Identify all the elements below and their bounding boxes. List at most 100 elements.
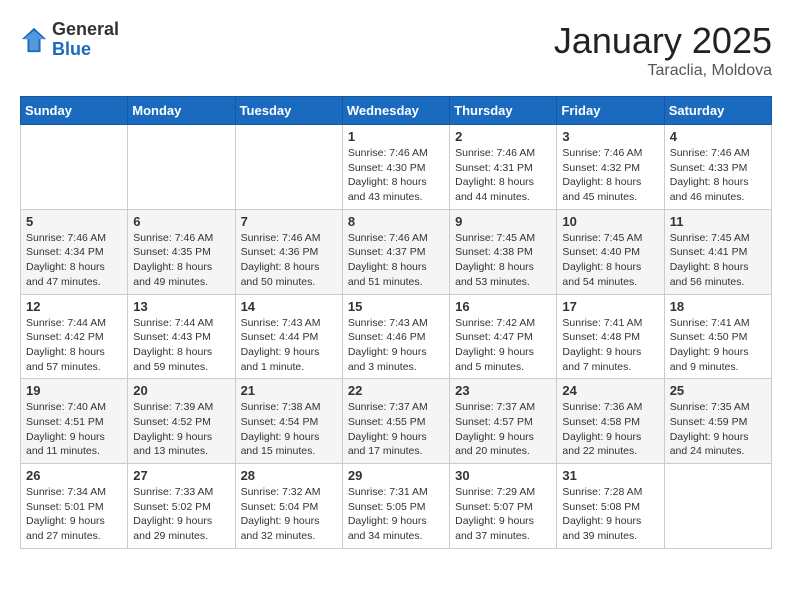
calendar-cell: 11Sunrise: 7:45 AM Sunset: 4:41 PM Dayli… <box>664 209 771 294</box>
day-info: Sunrise: 7:46 AM Sunset: 4:36 PM Dayligh… <box>241 231 337 290</box>
day-number: 10 <box>562 214 658 229</box>
calendar-cell: 21Sunrise: 7:38 AM Sunset: 4:54 PM Dayli… <box>235 379 342 464</box>
weekday-header-sunday: Sunday <box>21 97 128 125</box>
logo-icon <box>20 26 48 54</box>
calendar-subtitle: Taraclia, Moldova <box>554 62 772 80</box>
day-info: Sunrise: 7:29 AM Sunset: 5:07 PM Dayligh… <box>455 485 551 544</box>
weekday-header-row: SundayMondayTuesdayWednesdayThursdayFrid… <box>21 97 772 125</box>
calendar-title: January 2025 <box>554 20 772 62</box>
day-info: Sunrise: 7:34 AM Sunset: 5:01 PM Dayligh… <box>26 485 122 544</box>
day-info: Sunrise: 7:42 AM Sunset: 4:47 PM Dayligh… <box>455 316 551 375</box>
day-info: Sunrise: 7:45 AM Sunset: 4:38 PM Dayligh… <box>455 231 551 290</box>
logo-general-text: General <box>52 20 119 40</box>
calendar-cell: 23Sunrise: 7:37 AM Sunset: 4:57 PM Dayli… <box>450 379 557 464</box>
day-info: Sunrise: 7:43 AM Sunset: 4:44 PM Dayligh… <box>241 316 337 375</box>
day-number: 29 <box>348 468 444 483</box>
day-info: Sunrise: 7:41 AM Sunset: 4:50 PM Dayligh… <box>670 316 766 375</box>
calendar-cell: 7 Sunrise: 7:46 AM Sunset: 4:36 PM Daylig… <box>235 209 342 294</box>
day-number: 22 <box>348 383 444 398</box>
weekday-header-monday: Monday <box>128 97 235 125</box>
calendar-cell: 2 Sunrise: 7:46 AM Sunset: 4:31 PM Daylig… <box>450 125 557 210</box>
calendar-cell: 14 Sunrise: 7:43 AM Sunset: 4:44 PM Dayli… <box>235 294 342 379</box>
day-info: Sunrise: 7:28 AM Sunset: 5:08 PM Dayligh… <box>562 485 658 544</box>
calendar-cell <box>664 464 771 549</box>
day-number: 25 <box>670 383 766 398</box>
day-number: 26 <box>26 468 122 483</box>
day-number: 18 <box>670 299 766 314</box>
day-number: 27 <box>133 468 229 483</box>
week-row-3: 12 Sunrise: 7:44 AM Sunset: 4:42 PM Dayli… <box>21 294 772 379</box>
day-info: Sunrise: 7:31 AM Sunset: 5:05 PM Dayligh… <box>348 485 444 544</box>
day-number: 19 <box>26 383 122 398</box>
logo-blue-text: Blue <box>52 40 119 60</box>
day-info: Sunrise: 7:37 AM Sunset: 4:55 PM Dayligh… <box>348 400 444 459</box>
calendar-cell: 18 Sunrise: 7:41 AM Sunset: 4:50 PM Dayli… <box>664 294 771 379</box>
calendar-cell: 16 Sunrise: 7:42 AM Sunset: 4:47 PM Dayli… <box>450 294 557 379</box>
day-info: Sunrise: 7:32 AM Sunset: 5:04 PM Dayligh… <box>241 485 337 544</box>
weekday-header-friday: Friday <box>557 97 664 125</box>
day-number: 5 <box>26 214 122 229</box>
calendar-cell: 8 Sunrise: 7:46 AM Sunset: 4:37 PM Daylig… <box>342 209 449 294</box>
day-info: Sunrise: 7:41 AM Sunset: 4:48 PM Dayligh… <box>562 316 658 375</box>
day-info: Sunrise: 7:44 AM Sunset: 4:42 PM Dayligh… <box>26 316 122 375</box>
day-number: 2 <box>455 129 551 144</box>
calendar-cell: 19 Sunrise: 7:40 AM Sunset: 4:51 PM Dayli… <box>21 379 128 464</box>
day-number: 4 <box>670 129 766 144</box>
day-info: Sunrise: 7:45 AM Sunset: 4:40 PM Dayligh… <box>562 231 658 290</box>
calendar-cell <box>235 125 342 210</box>
day-info: Sunrise: 7:35 AM Sunset: 4:59 PM Dayligh… <box>670 400 766 459</box>
day-info: Sunrise: 7:38 AM Sunset: 4:54 PM Dayligh… <box>241 400 337 459</box>
day-number: 3 <box>562 129 658 144</box>
calendar-cell: 12 Sunrise: 7:44 AM Sunset: 4:42 PM Dayli… <box>21 294 128 379</box>
day-number: 6 <box>133 214 229 229</box>
day-info: Sunrise: 7:46 AM Sunset: 4:30 PM Dayligh… <box>348 146 444 205</box>
day-info: Sunrise: 7:39 AM Sunset: 4:52 PM Dayligh… <box>133 400 229 459</box>
week-row-1: 1Sunrise: 7:46 AM Sunset: 4:30 PM Daylig… <box>21 125 772 210</box>
day-number: 8 <box>348 214 444 229</box>
calendar-cell: 9 Sunrise: 7:45 AM Sunset: 4:38 PM Daylig… <box>450 209 557 294</box>
calendar-cell: 20 Sunrise: 7:39 AM Sunset: 4:52 PM Dayli… <box>128 379 235 464</box>
calendar-cell: 13Sunrise: 7:44 AM Sunset: 4:43 PM Dayli… <box>128 294 235 379</box>
day-info: Sunrise: 7:44 AM Sunset: 4:43 PM Dayligh… <box>133 316 229 375</box>
logo: General Blue <box>20 20 119 60</box>
calendar-cell: 26 Sunrise: 7:34 AM Sunset: 5:01 PM Dayli… <box>21 464 128 549</box>
day-number: 9 <box>455 214 551 229</box>
day-info: Sunrise: 7:36 AM Sunset: 4:58 PM Dayligh… <box>562 400 658 459</box>
day-number: 20 <box>133 383 229 398</box>
calendar-cell: 24 Sunrise: 7:36 AM Sunset: 4:58 PM Dayli… <box>557 379 664 464</box>
calendar-cell: 10 Sunrise: 7:45 AM Sunset: 4:40 PM Dayli… <box>557 209 664 294</box>
calendar-cell: 29 Sunrise: 7:31 AM Sunset: 5:05 PM Dayli… <box>342 464 449 549</box>
day-number: 16 <box>455 299 551 314</box>
calendar-cell: 4 Sunrise: 7:46 AM Sunset: 4:33 PM Daylig… <box>664 125 771 210</box>
day-info: Sunrise: 7:43 AM Sunset: 4:46 PM Dayligh… <box>348 316 444 375</box>
weekday-header-wednesday: Wednesday <box>342 97 449 125</box>
day-info: Sunrise: 7:46 AM Sunset: 4:37 PM Dayligh… <box>348 231 444 290</box>
day-info: Sunrise: 7:46 AM Sunset: 4:31 PM Dayligh… <box>455 146 551 205</box>
title-block: January 2025 Taraclia, Moldova <box>554 20 772 80</box>
day-info: Sunrise: 7:33 AM Sunset: 5:02 PM Dayligh… <box>133 485 229 544</box>
day-number: 12 <box>26 299 122 314</box>
weekday-header-tuesday: Tuesday <box>235 97 342 125</box>
day-number: 24 <box>562 383 658 398</box>
calendar-cell: 1Sunrise: 7:46 AM Sunset: 4:30 PM Daylig… <box>342 125 449 210</box>
day-info: Sunrise: 7:40 AM Sunset: 4:51 PM Dayligh… <box>26 400 122 459</box>
day-number: 17 <box>562 299 658 314</box>
calendar-cell: 30 Sunrise: 7:29 AM Sunset: 5:07 PM Dayli… <box>450 464 557 549</box>
calendar-cell: 6Sunrise: 7:46 AM Sunset: 4:35 PM Daylig… <box>128 209 235 294</box>
day-info: Sunrise: 7:46 AM Sunset: 4:34 PM Dayligh… <box>26 231 122 290</box>
day-number: 30 <box>455 468 551 483</box>
day-info: Sunrise: 7:37 AM Sunset: 4:57 PM Dayligh… <box>455 400 551 459</box>
calendar-cell: 31 Sunrise: 7:28 AM Sunset: 5:08 PM Dayli… <box>557 464 664 549</box>
day-number: 31 <box>562 468 658 483</box>
weekday-header-thursday: Thursday <box>450 97 557 125</box>
calendar-cell: 27 Sunrise: 7:33 AM Sunset: 5:02 PM Dayli… <box>128 464 235 549</box>
weekday-header-saturday: Saturday <box>664 97 771 125</box>
page-header: General Blue January 2025 Taraclia, Mold… <box>20 20 772 80</box>
week-row-2: 5 Sunrise: 7:46 AM Sunset: 4:34 PM Daylig… <box>21 209 772 294</box>
calendar-cell: 15Sunrise: 7:43 AM Sunset: 4:46 PM Dayli… <box>342 294 449 379</box>
day-info: Sunrise: 7:46 AM Sunset: 4:32 PM Dayligh… <box>562 146 658 205</box>
day-info: Sunrise: 7:46 AM Sunset: 4:33 PM Dayligh… <box>670 146 766 205</box>
day-number: 7 <box>241 214 337 229</box>
day-number: 14 <box>241 299 337 314</box>
calendar-cell <box>128 125 235 210</box>
